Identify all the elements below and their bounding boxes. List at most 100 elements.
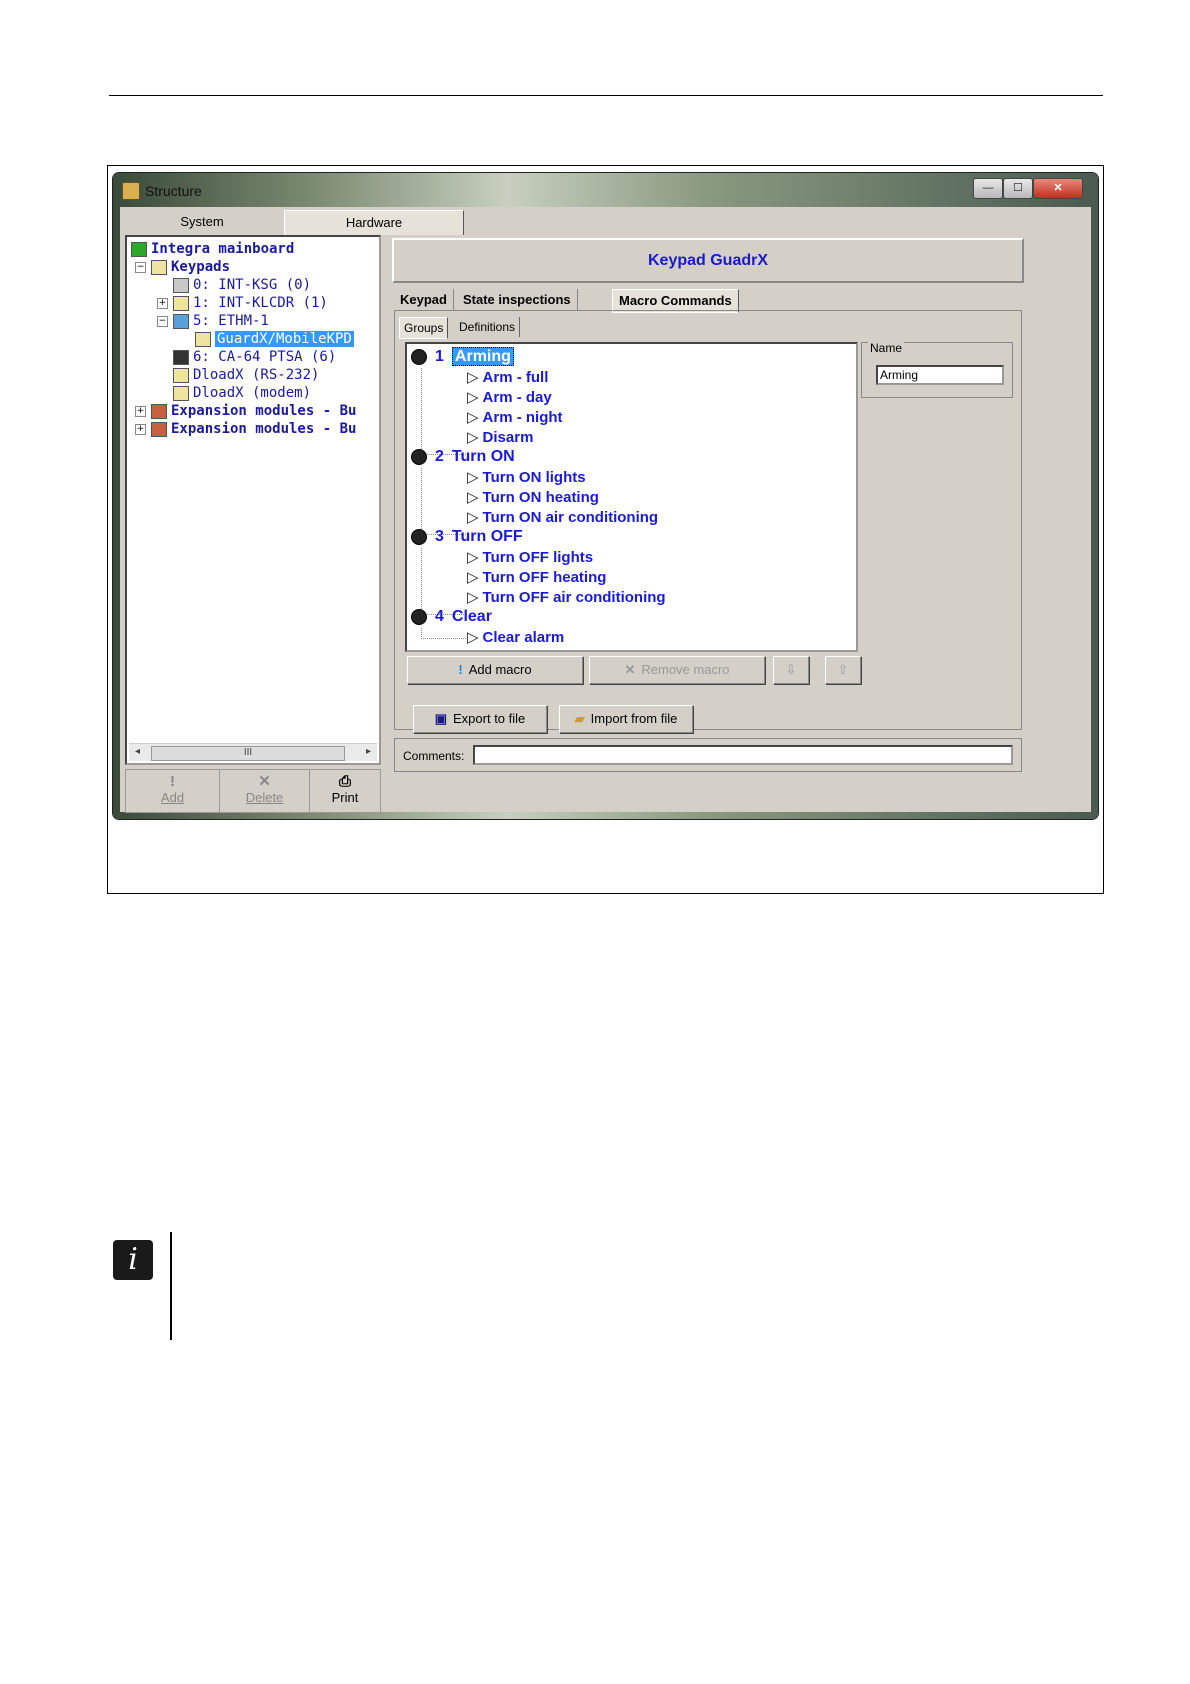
macro-arrow-icon: ▷ — [467, 569, 479, 586]
keypad-icon — [173, 295, 189, 311]
tab-groups[interactable]: Groups — [399, 317, 449, 339]
macro-arrow-icon: ▷ — [467, 549, 479, 566]
tree-item-keypad-1[interactable]: 1: INT-KLCDR (1) — [173, 294, 328, 312]
tab-definitions[interactable]: Definitions — [455, 317, 521, 337]
move-down-button[interactable]: ⇩ — [773, 656, 809, 684]
tab-system[interactable]: System — [120, 210, 284, 234]
computer-icon — [173, 385, 189, 401]
tree-connector — [421, 548, 466, 615]
keypad-icon — [195, 331, 211, 347]
macro-arrow-icon: ▷ — [467, 389, 479, 406]
macro-arrow-icon: ▷ — [467, 509, 479, 526]
tree-item-ethm[interactable]: 5: ETHM-1 — [173, 312, 269, 330]
exclamation-icon: ! — [458, 662, 463, 677]
macro-arrow-icon: ▷ — [467, 589, 479, 606]
macro-item[interactable]: ▷ Arm - day — [467, 388, 552, 406]
tree-item-expansion-1[interactable]: Expansion modules - Bu — [151, 402, 356, 420]
group-item[interactable]: 3 Turn OFF — [411, 528, 523, 546]
maximize-button[interactable]: ☐ — [1003, 178, 1033, 199]
macro-item[interactable]: ▷ Turn OFF heating — [467, 568, 606, 586]
macro-item[interactable]: ▷ Turn OFF lights — [467, 548, 593, 566]
tree-button-bar: ! Add ✕ Delete ⎙ Print — [125, 769, 381, 813]
title-bar[interactable]: Structure — ☐ ✕ — [113, 173, 1098, 203]
macro-item[interactable]: ▷ Disarm — [467, 428, 533, 446]
tree-item-expansion-2[interactable]: Expansion modules - Bu — [151, 420, 356, 438]
scroll-left-icon[interactable]: ◂ — [135, 746, 140, 757]
floppy-icon: ▣ — [434, 711, 448, 726]
cross-icon: ✕ — [624, 662, 636, 677]
tree-connector — [421, 368, 466, 455]
close-button[interactable]: ✕ — [1033, 178, 1083, 199]
export-to-file-button[interactable]: ▣ Export to file — [413, 705, 547, 733]
name-group: Name Arming — [861, 341, 1013, 398]
modules-icon — [151, 403, 167, 419]
window-client: System Hardware Integra mainboard − Keyp… — [120, 207, 1091, 813]
expand-icon[interactable]: + — [135, 406, 146, 417]
delete-button[interactable]: ✕ Delete — [220, 770, 310, 812]
group-icon — [411, 608, 427, 625]
scroll-thumb[interactable]: III — [151, 746, 345, 761]
tab-keypad[interactable]: Keypad — [394, 289, 454, 311]
group-icon — [411, 528, 427, 545]
import-from-file-button[interactable]: ▰ Import from file — [559, 705, 693, 733]
tree-item-dloadx-modem[interactable]: DloadX (modem) — [173, 384, 311, 402]
collapse-icon[interactable]: − — [157, 316, 168, 327]
collapse-icon[interactable]: − — [135, 262, 146, 273]
horizontal-scrollbar[interactable]: ◂ III ▸ — [129, 743, 377, 761]
tab-state-inspections[interactable]: State inspections — [457, 289, 578, 311]
tree-item-keypad-0[interactable]: 0: INT-KSG (0) — [173, 276, 311, 294]
remove-macro-button[interactable]: ✕ Remove macro — [589, 656, 765, 684]
structure-window: Structure — ☐ ✕ System Hardware Integra … — [113, 173, 1098, 819]
keypad-icon — [173, 277, 189, 293]
macro-item[interactable]: ▷ Turn OFF air conditioning — [467, 588, 666, 606]
scroll-right-icon[interactable]: ▸ — [366, 746, 371, 757]
expand-icon[interactable]: + — [157, 298, 168, 309]
add-button[interactable]: ! Add — [126, 770, 220, 812]
macro-arrow-icon: ▷ — [467, 629, 479, 646]
minimize-button[interactable]: — — [973, 178, 1003, 199]
folder-open-icon: ▰ — [574, 711, 585, 726]
info-icon: i — [113, 1240, 153, 1280]
network-icon — [173, 313, 189, 329]
computer-icon — [173, 367, 189, 383]
comments-field[interactable] — [473, 745, 1013, 765]
macro-item[interactable]: ▷ Arm - full — [467, 368, 548, 386]
tree-item-ptsa[interactable]: 6: CA-64 PTSA (6) — [173, 348, 336, 366]
macro-arrow-icon: ▷ — [467, 469, 479, 486]
tree-item-dloadx-rs232[interactable]: DloadX (RS-232) — [173, 366, 319, 384]
comments-label: Comments: — [403, 749, 465, 763]
move-up-button[interactable]: ⇧ — [825, 656, 861, 684]
name-field[interactable]: Arming — [876, 365, 1004, 385]
group-item[interactable]: 2 Turn ON — [411, 448, 515, 466]
group-item[interactable]: 1 Arming — [411, 347, 514, 366]
modules-icon — [151, 421, 167, 437]
group-icon — [411, 348, 427, 365]
comments-bar: Comments: — [394, 738, 1022, 772]
macro-groups-tree: 1 Arming ▷ Arm - full ▷ Arm - day ▷ Arm - ni… — [405, 342, 858, 652]
note-bar — [170, 1232, 172, 1340]
macro-item[interactable]: ▷ Clear alarm — [467, 628, 564, 646]
exclamation-icon: ! — [170, 773, 175, 790]
macro-arrow-icon: ▷ — [467, 429, 479, 446]
add-macro-button[interactable]: ! Add macro — [407, 656, 583, 684]
tree-item-guardx[interactable]: GuardX/MobileKPD — [195, 330, 354, 348]
macro-item[interactable]: ▷ Turn ON air conditioning — [467, 508, 658, 526]
tree-item-mainboard[interactable]: Integra mainboard — [131, 240, 294, 258]
macro-item[interactable]: ▷ Arm - night — [467, 408, 563, 426]
tree-connector — [421, 628, 466, 639]
tab-hardware[interactable]: Hardware — [284, 210, 464, 235]
print-button[interactable]: ⎙ Print — [310, 770, 380, 812]
group-item[interactable]: 4 Clear — [411, 608, 492, 626]
tree-connector — [421, 468, 466, 535]
expand-icon[interactable]: + — [135, 424, 146, 435]
hardware-tree-panel: Integra mainboard − Keypads 0: INT-KSG (… — [125, 235, 381, 765]
tree-item-keypads[interactable]: Keypads — [151, 258, 230, 276]
mainboard-icon — [131, 241, 147, 257]
macro-item[interactable]: ▷ Turn ON heating — [467, 488, 599, 506]
macro-item[interactable]: ▷ Turn ON lights — [467, 468, 586, 486]
keypads-icon — [151, 259, 167, 275]
device-title: Keypad GuadrX — [647, 252, 769, 269]
traffic-light-icon — [173, 349, 189, 365]
printer-icon: ⎙ — [338, 773, 351, 790]
macro-arrow-icon: ▷ — [467, 369, 479, 386]
